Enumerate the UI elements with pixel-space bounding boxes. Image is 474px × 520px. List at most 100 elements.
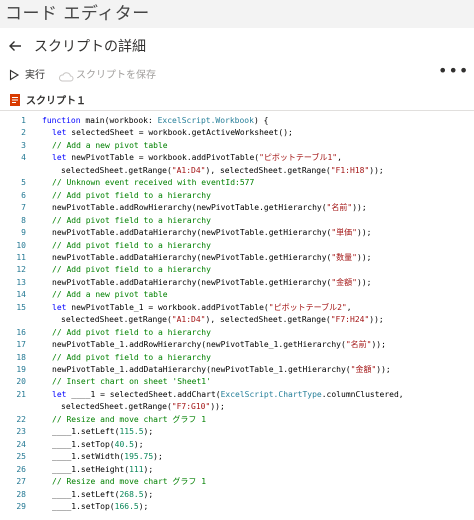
code-token: newPivotTable.addRowHierarchy(newPivotTa…: [52, 203, 327, 213]
line-number: 3: [21, 140, 26, 150]
code-line[interactable]: 8 // Add pivot field to a hierarchy: [0, 215, 474, 227]
line-number: 6: [21, 190, 26, 200]
code-token: ,: [346, 302, 352, 312]
code-line[interactable]: 17 newPivotTable_1.addRowHierarchy(newPiv…: [0, 339, 474, 351]
line-number: 4: [21, 153, 26, 163]
code-line[interactable]: 12 // Add pivot field to a hierarchy: [0, 264, 474, 276]
code-line[interactable]: 3 // Add a new pivot table: [0, 140, 474, 152]
code-token: newPivotTable_1.addRowHierarchy(newPivot…: [52, 340, 346, 350]
code-token: );: [143, 464, 154, 474]
code-line[interactable]: 11 newPivotTable.addDataHierarchy(newPivo…: [0, 252, 474, 264]
code-token: ));: [357, 252, 372, 262]
code-line[interactable]: 28 ____1.setLeft(268.5);: [0, 489, 474, 501]
code-text: newPivotTable_1.addRowHierarchy(newPivot…: [52, 339, 386, 351]
code-line[interactable]: 23 ____1.setLeft(115.5);: [0, 426, 474, 438]
line-number: 16: [16, 327, 26, 337]
line-number: 20: [16, 377, 26, 387]
code-line[interactable]: 27 // Resize and move chart グラフ 1: [0, 476, 474, 488]
code-token: newPivotTable_1 = workbook.addPivotTable…: [71, 302, 269, 312]
code-token: ), selectedSheet.getRange(: [205, 165, 331, 175]
back-arrow-icon[interactable]: [6, 37, 24, 55]
code-token: ), selectedSheet.getRange(: [205, 315, 331, 325]
code-token: let: [52, 153, 72, 163]
code-line[interactable]: 22 // Resize and move chart グラフ 1: [0, 414, 474, 426]
code-token: ____1 = selectedSheet.addChart(: [71, 389, 221, 399]
line-number: 9: [21, 228, 26, 238]
code-text: let newPivotTable = workbook.addPivotTab…: [52, 152, 342, 164]
code-token: ));: [376, 365, 391, 374]
more-icon[interactable]: •••: [438, 61, 469, 80]
code-token: ));: [369, 315, 384, 325]
code-token: // Add pivot field to a hierarchy: [52, 352, 211, 362]
code-token: ));: [352, 203, 367, 213]
line-number: 13: [16, 277, 26, 287]
code-token: "単価": [331, 228, 357, 238]
code-line[interactable]: 16 // Add pivot field to a hierarchy: [0, 327, 474, 339]
code-token: ));: [371, 340, 386, 350]
code-token: 195.75: [124, 452, 154, 462]
code-line[interactable]: 29 ____1.setTop(166.5);: [0, 501, 474, 513]
line-number: 27: [16, 477, 26, 487]
code-token: );: [143, 427, 154, 437]
code-line[interactable]: 21 let ____1 = selectedSheet.addChart(Exc…: [0, 389, 474, 401]
code-line[interactable]: 9 newPivotTable.addDataHierarchy(newPivot…: [0, 227, 474, 239]
code-token: main(workbook:: [85, 116, 158, 125]
line-number: 21: [16, 389, 26, 399]
code-token: selectedSheet.getRange(: [61, 402, 172, 412]
script-file-header: スクリプト１: [0, 88, 474, 110]
code-line[interactable]: 14 // Add a new pivot table: [0, 289, 474, 301]
code-token: "金額": [331, 277, 357, 287]
code-line[interactable]: 18 // Add pivot field to a hierarchy: [0, 352, 474, 364]
code-line[interactable]: 4 let newPivotTable = workbook.addPivotTa…: [0, 152, 474, 164]
code-text: let selectedSheet = workbook.getActiveWo…: [52, 127, 293, 139]
code-text: // Add pivot field to a hierarchy: [52, 190, 211, 202]
save-script-button[interactable]: スクリプトを保存: [76, 66, 156, 81]
code-token: newPivotTable_1.addDataHierarchy(newPivo…: [52, 365, 351, 374]
page-title: スクリプトの詳細: [34, 39, 146, 55]
app-title: コード エディター: [5, 4, 150, 24]
code-token: );: [138, 501, 149, 511]
code-token: ));: [357, 277, 372, 287]
code-token: "F1:H18": [330, 165, 370, 175]
line-number: 23: [16, 427, 26, 437]
cloud-save-icon: [58, 67, 74, 86]
code-line[interactable]: 10 // Add pivot field to a hierarchy: [0, 240, 474, 252]
code-line[interactable]: 19 newPivotTable_1.addDataHierarchy(newPi…: [0, 364, 474, 376]
code-line[interactable]: selectedSheet.getRange("A1:D4"), selecte…: [0, 165, 474, 177]
code-line[interactable]: 26 ____1.setHeight(111);: [0, 464, 474, 476]
code-token: // Add pivot field to a hierarchy: [52, 265, 211, 275]
code-line[interactable]: selectedSheet.getRange("F7:G10"));: [0, 401, 474, 413]
code-token: "A1:D4": [171, 315, 206, 325]
code-token: // Unknown event received with eventId:5…: [52, 178, 255, 188]
code-token: ____1.setLeft(: [52, 489, 120, 499]
code-token: let: [52, 302, 72, 312]
code-line[interactable]: 1 function main(workbook: ExcelScript.Wor…: [0, 115, 474, 127]
code-token: 166.5: [114, 501, 139, 511]
line-number: 18: [16, 352, 26, 362]
code-token: let: [52, 389, 72, 399]
run-button[interactable]: 実行: [25, 66, 45, 81]
code-line[interactable]: 20 // Insert chart on sheet 'Sheet1': [0, 376, 474, 388]
code-text: // Add pivot field to a hierarchy: [52, 240, 211, 252]
code-line[interactable]: 7 newPivotTable.addRowHierarchy(newPivotT…: [0, 202, 474, 214]
code-text: // Insert chart on sheet 'Sheet1': [52, 376, 211, 388]
line-number: 12: [16, 265, 26, 275]
code-token: ) {: [253, 116, 269, 125]
code-text: selectedSheet.getRange("A1:D4"), selecte…: [61, 165, 384, 177]
code-line[interactable]: 6 // Add pivot field to a hierarchy: [0, 190, 474, 202]
code-text: ____1.setLeft(268.5);: [52, 489, 153, 501]
code-line[interactable]: selectedSheet.getRange("A1:D4"), selecte…: [0, 314, 474, 326]
code-text: // Add a new pivot table: [52, 289, 168, 301]
code-token: "ピボットテーブル1": [259, 153, 338, 163]
code-line[interactable]: 2 let selectedSheet = workbook.getActiveW…: [0, 127, 474, 139]
code-editor[interactable]: 1 function main(workbook: ExcelScript.Wor…: [0, 111, 474, 520]
code-line[interactable]: 24 ____1.setTop(40.5);: [0, 439, 474, 451]
line-number: 14: [16, 290, 26, 300]
code-line[interactable]: 15 let newPivotTable_1 = workbook.addPivo…: [0, 302, 474, 314]
code-line[interactable]: 25 ____1.setWidth(195.75);: [0, 451, 474, 463]
code-token: 268.5: [119, 489, 144, 499]
code-line[interactable]: 13 newPivotTable.addDataHierarchy(newPivo…: [0, 277, 474, 289]
code-line[interactable]: 5 // Unknown event received with eventId:…: [0, 177, 474, 189]
play-icon[interactable]: [8, 66, 20, 85]
code-token: "数量": [331, 252, 357, 262]
